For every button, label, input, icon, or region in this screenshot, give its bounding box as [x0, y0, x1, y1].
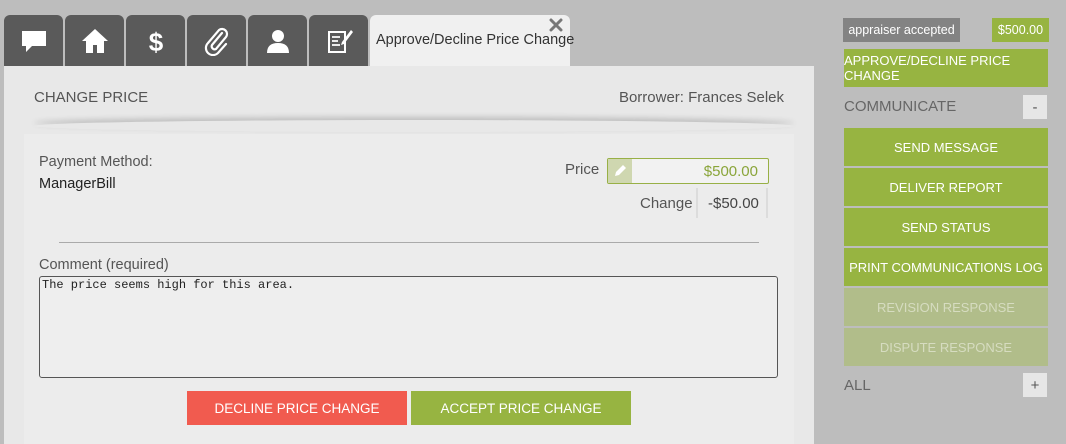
panel-header: CHANGE PRICE Borrower: Frances Selek — [4, 66, 814, 130]
user-icon — [266, 29, 289, 53]
comment-label: Comment (required) — [39, 257, 169, 273]
price-change-form: Payment Method: ManagerBill Price $500.0… — [24, 134, 794, 444]
comment-textarea[interactable]: The price seems high for this area. — [39, 276, 778, 378]
change-value: -$50.00 — [708, 195, 759, 212]
tab-messages[interactable] — [4, 15, 63, 66]
dispute-response-button[interactable]: DISPUTE RESPONSE — [844, 328, 1048, 366]
change-label: Change — [640, 195, 693, 212]
tab-attachments[interactable] — [187, 15, 246, 66]
tab-billing[interactable]: $ — [126, 15, 185, 66]
borrower-name: Borrower: Frances Selek — [618, 89, 784, 106]
accept-price-change-button[interactable]: ACCEPT PRICE CHANGE — [411, 391, 631, 425]
pencil-icon[interactable] — [608, 159, 632, 183]
edit-note-icon — [327, 29, 353, 53]
dollar-icon: $ — [148, 27, 163, 56]
payment-method-value: ManagerBill — [39, 176, 116, 192]
tab-notes[interactable] — [309, 15, 368, 66]
revision-response-button[interactable]: REVISION RESPONSE — [844, 288, 1048, 326]
status-badge: appraiser accepted — [843, 18, 960, 42]
paperclip-icon — [204, 27, 228, 56]
communicate-label: COMMUNICATE — [844, 98, 957, 115]
close-icon[interactable] — [549, 18, 563, 32]
home-icon — [81, 28, 108, 53]
divider — [59, 242, 759, 243]
send-status-button[interactable]: SEND STATUS — [844, 208, 1048, 246]
page-title: CHANGE PRICE — [34, 89, 149, 106]
change-separator-right — [766, 188, 768, 218]
tab-approve-decline[interactable]: Approve/Decline Price Change — [370, 15, 574, 66]
tab-approve-decline-label: Approve/Decline Price Change — [376, 32, 575, 48]
price-field[interactable]: $500.00 — [607, 158, 769, 184]
price-badge: $500.00 — [992, 18, 1049, 42]
tab-contacts[interactable] — [248, 15, 307, 66]
svg-text:$: $ — [148, 27, 163, 56]
tab-property[interactable] — [65, 15, 124, 66]
header-shadow — [34, 120, 794, 132]
chat-bubble-icon — [21, 30, 46, 52]
deliver-report-button[interactable]: DELIVER REPORT — [844, 168, 1048, 206]
price-value: $500.00 — [703, 163, 758, 180]
all-label: ALL — [844, 377, 871, 394]
communicate-collapse-button[interactable]: - — [1023, 95, 1047, 119]
change-separator — [696, 188, 698, 218]
approve-decline-price-change-button[interactable]: APPROVE/DECLINE PRICE CHANGE — [844, 49, 1048, 87]
tab-bar: $ Approve/Decline Price Change — [0, 0, 830, 66]
send-message-button[interactable]: SEND MESSAGE — [844, 128, 1048, 166]
print-communications-log-button[interactable]: PRINT COMMUNICATIONS LOG — [844, 248, 1048, 286]
price-label: Price — [565, 161, 600, 178]
change-price-panel: CHANGE PRICE Borrower: Frances Selek Pay… — [4, 66, 814, 444]
decline-price-change-button[interactable]: DECLINE PRICE CHANGE — [187, 391, 407, 425]
all-expand-button[interactable]: + — [1023, 373, 1047, 397]
payment-method-label: Payment Method: — [39, 154, 153, 170]
